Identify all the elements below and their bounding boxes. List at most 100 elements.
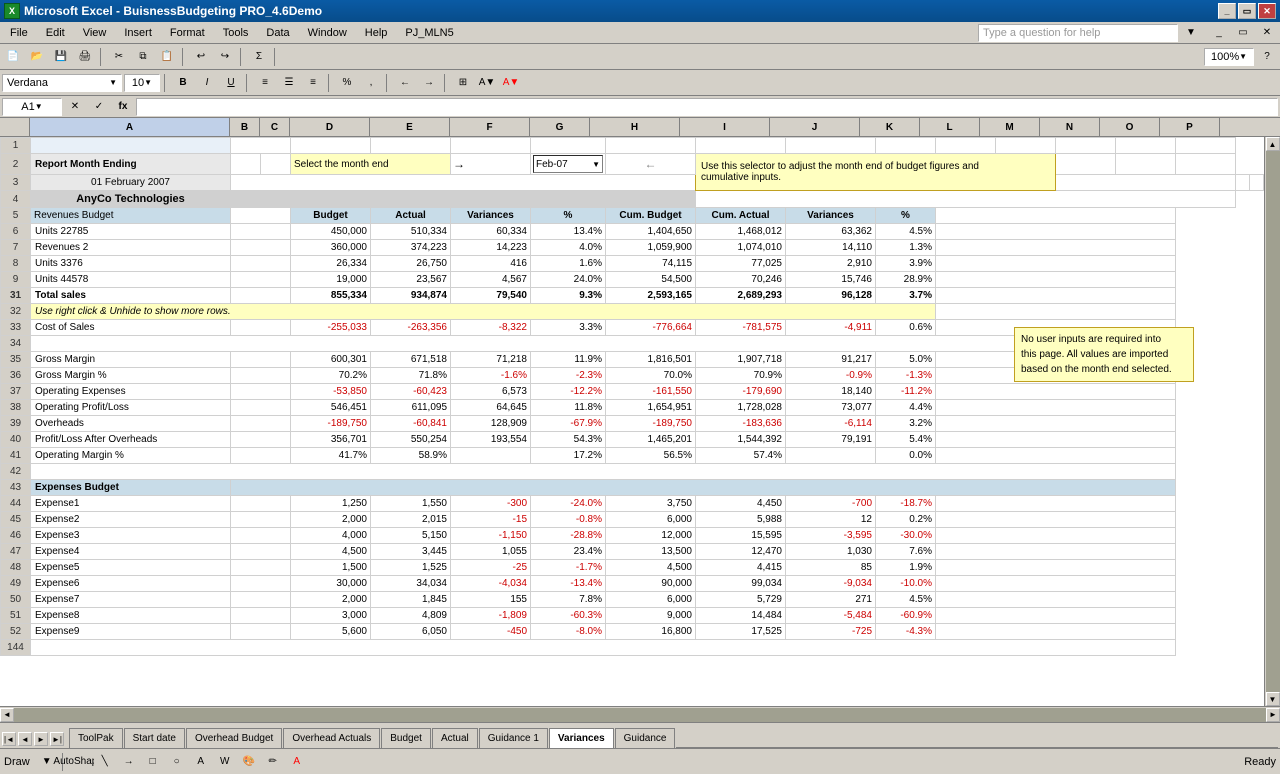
font-selector[interactable]: Verdana ▼ xyxy=(2,74,122,92)
horizontal-scrollbar[interactable]: ◄ ► xyxy=(0,706,1280,722)
col-header-k[interactable]: K xyxy=(860,118,920,136)
insert-function-button[interactable]: fx xyxy=(112,97,134,117)
cut-button[interactable]: ✂ xyxy=(108,47,130,67)
menu-insert[interactable]: Insert xyxy=(116,25,160,41)
cell-k36: -1.3% xyxy=(876,368,936,384)
scroll-right-button[interactable]: ► xyxy=(1266,708,1280,722)
sum-button[interactable]: Σ xyxy=(248,47,270,67)
restore-app-button[interactable]: ▭ xyxy=(1232,23,1254,43)
open-button[interactable]: 📂 xyxy=(26,47,48,67)
col-header-a[interactable]: A xyxy=(30,118,230,136)
col-header-c[interactable]: C xyxy=(260,118,290,136)
tab-budget[interactable]: Budget xyxy=(381,728,431,748)
tab-variances[interactable]: Variances xyxy=(549,728,614,748)
percent-button[interactable]: % xyxy=(336,73,358,93)
vertical-scrollbar[interactable]: ▲ ▼ xyxy=(1264,137,1280,706)
font-size-selector[interactable]: 10 ▼ xyxy=(124,74,160,92)
draw-rect-button[interactable]: □ xyxy=(142,752,164,772)
tab-overhead-budget[interactable]: Overhead Budget xyxy=(186,728,282,748)
align-left-button[interactable]: ≡ xyxy=(254,73,276,93)
tab-guidance-1[interactable]: Guidance 1 xyxy=(479,728,548,748)
col-header-h[interactable]: H xyxy=(590,118,680,136)
draw-line-button[interactable]: ╲ xyxy=(94,752,116,772)
tab-first-button[interactable]: |◄ xyxy=(2,732,16,746)
comma-button[interactable]: , xyxy=(360,73,382,93)
menu-pjmln5[interactable]: PJ_MLN5 xyxy=(397,25,461,41)
col-header-l[interactable]: L xyxy=(920,118,980,136)
bold-button[interactable]: B xyxy=(172,73,194,93)
close-button[interactable]: ✕ xyxy=(1258,3,1276,19)
underline-button[interactable]: U xyxy=(220,73,242,93)
align-center-button[interactable]: ☰ xyxy=(278,73,300,93)
month-dropdown[interactable]: Feb-07 ▼ xyxy=(533,155,603,173)
save-button[interactable]: 💾 xyxy=(50,47,72,67)
draw-arrow-button[interactable]: → xyxy=(118,752,140,772)
tab-overhead-actuals[interactable]: Overhead Actuals xyxy=(283,728,380,748)
restore-button[interactable]: ▭ xyxy=(1238,3,1256,19)
help-arrow-button[interactable]: ▼ xyxy=(1180,23,1202,43)
redo-button[interactable]: ↪ xyxy=(214,47,236,67)
col-header-d[interactable]: D xyxy=(290,118,370,136)
col-header-g[interactable]: G xyxy=(530,118,590,136)
col-header-b[interactable]: B xyxy=(230,118,260,136)
autoshapes-button[interactable]: AutoShapes xyxy=(70,752,92,772)
col-header-m[interactable]: M xyxy=(980,118,1040,136)
tab-prev-button[interactable]: ◄ xyxy=(18,732,32,746)
tab-next-button[interactable]: ► xyxy=(34,732,48,746)
formula-input[interactable] xyxy=(136,98,1278,116)
help-icon[interactable]: ? xyxy=(1256,47,1278,67)
menu-format[interactable]: Format xyxy=(162,25,213,41)
print-button[interactable]: 🖨 xyxy=(74,47,96,67)
menu-file[interactable]: File xyxy=(2,25,36,41)
indent-inc-button[interactable]: → xyxy=(418,73,440,93)
italic-button[interactable]: I xyxy=(196,73,218,93)
scroll-up-button[interactable]: ▲ xyxy=(1266,137,1280,151)
col-header-o[interactable]: O xyxy=(1100,118,1160,136)
border-button[interactable]: ⊞ xyxy=(452,73,474,93)
col-header-i[interactable]: I xyxy=(680,118,770,136)
draw-linecolor-button[interactable]: ✏ xyxy=(262,752,284,772)
minimize-app-button[interactable]: _ xyxy=(1208,23,1230,43)
tab-actual[interactable]: Actual xyxy=(432,728,478,748)
close-app-button[interactable]: ✕ xyxy=(1256,23,1278,43)
cell-month-dropdown[interactable]: Feb-07 ▼ xyxy=(531,154,606,175)
tab-guidance[interactable]: Guidance xyxy=(615,728,676,748)
cell-a1[interactable] xyxy=(31,138,231,154)
help-search-box[interactable]: Type a question for help xyxy=(978,24,1178,42)
font-color-button[interactable]: A▼ xyxy=(500,73,522,93)
col-header-p[interactable]: P xyxy=(1160,118,1220,136)
undo-button[interactable]: ↩ xyxy=(190,47,212,67)
scroll-down-button[interactable]: ▼ xyxy=(1266,692,1280,706)
draw-wordart-button[interactable]: W xyxy=(214,752,236,772)
cell-reference-box[interactable]: A1 ▼ xyxy=(2,98,62,116)
align-right-button[interactable]: ≡ xyxy=(302,73,324,93)
menu-tools[interactable]: Tools xyxy=(215,25,257,41)
draw-label[interactable]: Draw xyxy=(4,756,30,768)
col-header-j[interactable]: J xyxy=(770,118,860,136)
col-header-n[interactable]: N xyxy=(1040,118,1100,136)
tab-last-button[interactable]: ►| xyxy=(50,732,64,746)
menu-view[interactable]: View xyxy=(75,25,115,41)
col-header-f[interactable]: F xyxy=(450,118,530,136)
fill-color-button[interactable]: A▼ xyxy=(476,73,498,93)
menu-window[interactable]: Window xyxy=(300,25,355,41)
copy-button[interactable]: ⧉ xyxy=(132,47,154,67)
scroll-left-button[interactable]: ◄ xyxy=(0,708,14,722)
paste-button[interactable]: 📋 xyxy=(156,47,178,67)
new-button[interactable]: 📄 xyxy=(2,47,24,67)
zoom-box[interactable]: 100% ▼ xyxy=(1204,48,1254,66)
menu-edit[interactable]: Edit xyxy=(38,25,73,41)
tab-toolpak[interactable]: ToolPak xyxy=(69,728,123,748)
draw-oval-button[interactable]: ○ xyxy=(166,752,188,772)
confirm-formula-button[interactable]: ✓ xyxy=(88,97,110,117)
indent-dec-button[interactable]: ← xyxy=(394,73,416,93)
menu-data[interactable]: Data xyxy=(258,25,297,41)
tab-start-date[interactable]: Start date xyxy=(124,728,185,748)
draw-fill-button[interactable]: 🎨 xyxy=(238,752,260,772)
draw-fontcolor-button[interactable]: A xyxy=(286,752,308,772)
minimize-button[interactable]: _ xyxy=(1218,3,1236,19)
draw-textbox-button[interactable]: A xyxy=(190,752,212,772)
menu-help[interactable]: Help xyxy=(357,25,396,41)
col-header-e[interactable]: E xyxy=(370,118,450,136)
cancel-formula-button[interactable]: ✕ xyxy=(64,97,86,117)
